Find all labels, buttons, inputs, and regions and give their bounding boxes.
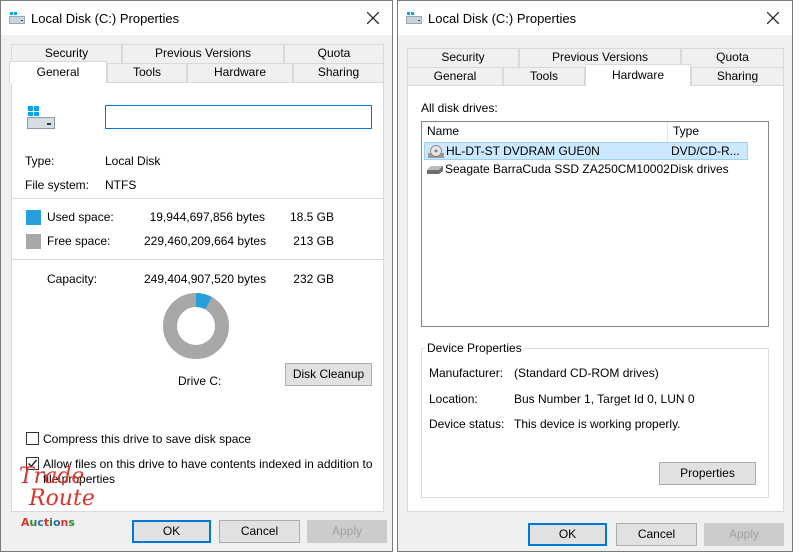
column-header-type[interactable]: Type — [668, 122, 768, 142]
tab-tools[interactable]: Tools — [503, 67, 585, 86]
free-space-label: Free space: — [47, 234, 111, 248]
compress-label: Compress this drive to save disk space — [43, 432, 252, 446]
disk-drives-list[interactable]: Name Type HL-DT-ST DVDRAM GUE0N DVD/CD-R… — [421, 121, 769, 327]
tab-tools[interactable]: Tools — [107, 63, 187, 82]
tab-previous-versions[interactable]: Previous Versions — [122, 44, 284, 63]
drive-icon — [406, 12, 422, 24]
close-icon — [367, 12, 379, 24]
used-space-label: Used space: — [47, 210, 114, 224]
drive-name-input[interactable] — [105, 105, 372, 129]
tab-hardware[interactable]: Hardware — [585, 64, 691, 86]
free-space-size: 213 GB — [293, 234, 334, 248]
free-space-bytes: 229,460,209,664 bytes — [144, 234, 267, 248]
free-space-arc — [163, 293, 229, 359]
hardware-properties-window: Local Disk (C:) Properties Security Prev… — [397, 0, 793, 552]
close-icon — [767, 12, 779, 24]
tab-general[interactable]: General — [9, 61, 107, 83]
type-label: Type: — [25, 154, 55, 168]
device-status-value: This device is working properly. — [514, 417, 681, 431]
watermark-line2: Route — [29, 486, 95, 511]
drive-type: DVD/CD-R... — [671, 144, 740, 158]
divider — [12, 198, 383, 199]
manufacturer-label: Manufacturer: — [429, 366, 504, 380]
drive-label: Drive C: — [178, 374, 222, 388]
device-properties-title: Device Properties — [425, 341, 524, 355]
tab-sharing[interactable]: Sharing — [293, 63, 384, 82]
device-status-label: Device status: — [429, 417, 505, 431]
apply-button[interactable]: Apply — [704, 523, 784, 546]
manufacturer-value: (Standard CD-ROM drives) — [514, 366, 659, 380]
close-button[interactable] — [760, 5, 786, 31]
general-properties-window: Local Disk (C:) Properties Security Prev… — [0, 0, 393, 552]
used-space-swatch — [26, 210, 41, 225]
watermark-line3: Auctions — [21, 516, 75, 529]
list-item[interactable]: HL-DT-ST DVDRAM GUE0N DVD/CD-R... — [424, 142, 748, 160]
capacity-size: 232 GB — [293, 272, 334, 286]
ok-button[interactable]: OK — [132, 520, 211, 543]
divider — [12, 259, 383, 260]
dvd-drive-icon — [428, 145, 444, 158]
location-value: Bus Number 1, Target Id 0, LUN 0 — [514, 392, 695, 406]
watermark-logo: Trade Route Auctions — [19, 464, 99, 534]
used-space-size: 18.5 GB — [289, 210, 334, 224]
general-tab-panel: Type: Local Disk File system: NTFS Used … — [11, 82, 384, 512]
capacity-label: Capacity: — [47, 272, 98, 286]
properties-button[interactable]: Properties — [659, 462, 756, 485]
file-system-label: File system: — [25, 178, 90, 192]
used-space-bytes: 19,944,697,856 bytes — [149, 210, 265, 224]
disk-usage-donut — [163, 293, 229, 359]
hardware-tab-panel: All disk drives: Name Type HL-DT-ST DVDR… — [407, 85, 784, 512]
drive-type: Disk drives — [670, 162, 729, 176]
compress-checkbox[interactable] — [26, 432, 39, 445]
cancel-button[interactable]: Cancel — [219, 520, 300, 543]
drive-name: HL-DT-ST DVDRAM GUE0N — [446, 144, 600, 158]
tab-security[interactable]: Security — [407, 48, 519, 67]
tab-general[interactable]: General — [407, 67, 503, 86]
list-item[interactable]: Seagate BarraCuda SSD ZA250CM10002 Disk … — [424, 161, 748, 179]
disk-drive-icon — [427, 166, 443, 174]
tab-quota[interactable]: Quota — [284, 44, 384, 63]
free-space-swatch — [26, 234, 41, 249]
tab-quota[interactable]: Quota — [681, 48, 784, 67]
title-bar: Local Disk (C:) Properties — [398, 1, 792, 35]
window-title: Local Disk (C:) Properties — [31, 11, 180, 26]
drive-name: Seagate BarraCuda SSD ZA250CM10002 — [445, 162, 670, 176]
cancel-button[interactable]: Cancel — [616, 523, 697, 546]
close-button[interactable] — [360, 5, 386, 31]
column-header-name[interactable]: Name — [422, 122, 668, 142]
ok-button[interactable]: OK — [528, 523, 607, 546]
location-label: Location: — [429, 392, 478, 406]
disk-cleanup-button[interactable]: Disk Cleanup — [285, 363, 372, 386]
capacity-bytes: 249,404,907,520 bytes — [144, 272, 267, 286]
local-disk-icon — [27, 106, 55, 129]
type-value: Local Disk — [105, 154, 161, 168]
tab-sharing[interactable]: Sharing — [691, 67, 784, 86]
tab-hardware[interactable]: Hardware — [187, 63, 293, 82]
drive-icon — [9, 12, 25, 24]
apply-button[interactable]: Apply — [307, 520, 387, 543]
title-bar: Local Disk (C:) Properties — [1, 1, 392, 35]
window-title: Local Disk (C:) Properties — [428, 11, 577, 26]
all-disk-drives-label: All disk drives: — [421, 101, 498, 115]
file-system-value: NTFS — [105, 178, 137, 192]
device-properties-group: Device Properties Manufacturer: (Standar… — [421, 341, 769, 498]
